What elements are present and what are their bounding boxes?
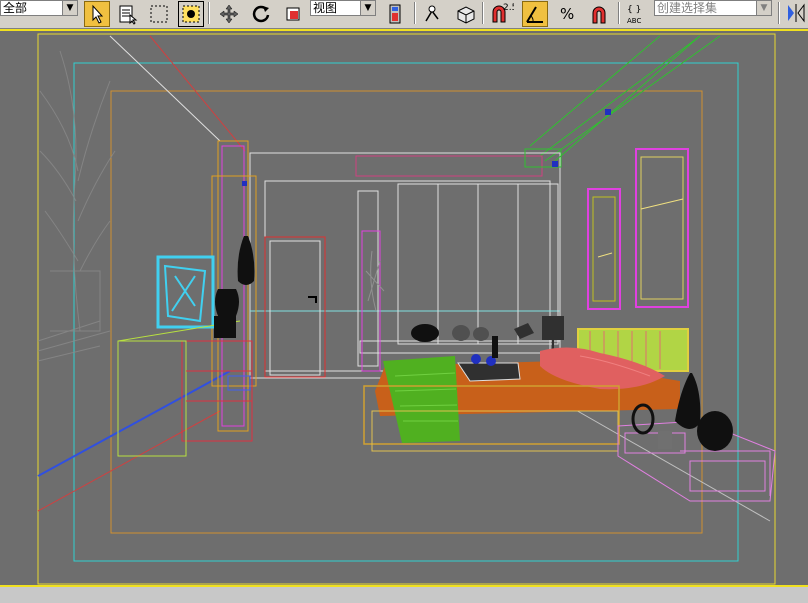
named-selection-icon <box>788 3 805 23</box>
rectangular-region-button[interactable] <box>146 1 172 27</box>
mirror-button[interactable] <box>420 1 446 27</box>
toolbar-separator <box>778 2 780 24</box>
angle-snap-button[interactable] <box>522 1 548 27</box>
pivot-icon <box>389 4 401 24</box>
title-safe-frame <box>110 90 703 534</box>
light-marker[interactable] <box>605 109 611 115</box>
pivot-center-button[interactable] <box>382 1 408 27</box>
tv-wireframe <box>156 255 215 329</box>
reference-coordinate-dropdown[interactable]: 视图 ▼ <box>310 0 376 16</box>
rect-region-icon <box>150 5 168 23</box>
scale-icon <box>286 7 300 21</box>
edit-named-selection-icon: { } ABC <box>627 5 641 25</box>
align-button[interactable] <box>452 1 478 27</box>
toolbar-separator <box>618 2 620 24</box>
selection-filter-dropdown[interactable]: 全部 ▼ <box>0 0 78 16</box>
toolbar-separator <box>208 2 210 24</box>
select-and-scale-button[interactable] <box>280 1 306 27</box>
plant-shelf <box>365 250 385 312</box>
safe-frame-outer <box>37 33 776 585</box>
selection-filter-value: 全部 <box>3 1 28 15</box>
camera-viewport[interactable] <box>0 29 808 587</box>
toolbar-separator <box>482 2 484 24</box>
align-icon <box>457 6 475 24</box>
cabinet-wireframe <box>117 320 253 457</box>
snap-toggle-icon: 2.5 <box>492 3 514 23</box>
toolbar-separator <box>414 2 416 24</box>
svg-text:%: % <box>560 5 574 23</box>
percent-snap-button[interactable]: % <box>555 1 581 27</box>
snap-toggle-button[interactable]: 2.5 <box>488 1 514 27</box>
select-by-name-button[interactable] <box>114 1 140 27</box>
abc-label: ABC <box>627 17 641 25</box>
viewport-scene[interactable] <box>0 31 808 585</box>
reference-coordinate-value: 视图 <box>313 1 338 15</box>
named-selection-placeholder: 创建选择集 <box>657 1 718 15</box>
named-selection-dropdown[interactable]: 创建选择集 ▼ <box>654 0 772 16</box>
percent-snap-icon: % <box>560 5 574 23</box>
select-object-button[interactable] <box>84 1 110 27</box>
braces-label: { } <box>627 5 641 15</box>
chevron-down-icon[interactable]: ▼ <box>756 1 771 15</box>
select-and-move-button[interactable] <box>216 1 242 27</box>
rotate-icon <box>252 5 270 23</box>
move-icon <box>219 4 239 24</box>
spinner-snap-button[interactable] <box>586 1 612 27</box>
chevron-down-icon[interactable]: ▼ <box>360 1 375 15</box>
light-marker[interactable] <box>242 181 247 186</box>
main-toolbar: 全部 ▼ 视图 ▼ 2.5 % <box>0 0 808 29</box>
action-safe-frame <box>73 62 739 562</box>
window-crossing-button[interactable] <box>178 1 204 27</box>
select-and-rotate-button[interactable] <box>248 1 274 27</box>
window-crossing-icon <box>182 5 200 23</box>
edit-named-selection-button[interactable]: { } ABC <box>624 1 650 27</box>
angle-snap-icon <box>526 6 543 23</box>
mirror-tool-button[interactable] <box>784 1 808 25</box>
snap-value: 2.5 <box>503 3 514 13</box>
light-marker[interactable] <box>552 161 558 167</box>
status-bar <box>0 587 808 603</box>
mirror-icon <box>425 5 439 22</box>
select-icon <box>92 4 104 24</box>
select-by-name-icon <box>119 5 138 25</box>
spinner-snap-icon <box>592 6 606 24</box>
plant-wireframe <box>37 50 116 362</box>
chevron-down-icon[interactable]: ▼ <box>62 1 77 15</box>
